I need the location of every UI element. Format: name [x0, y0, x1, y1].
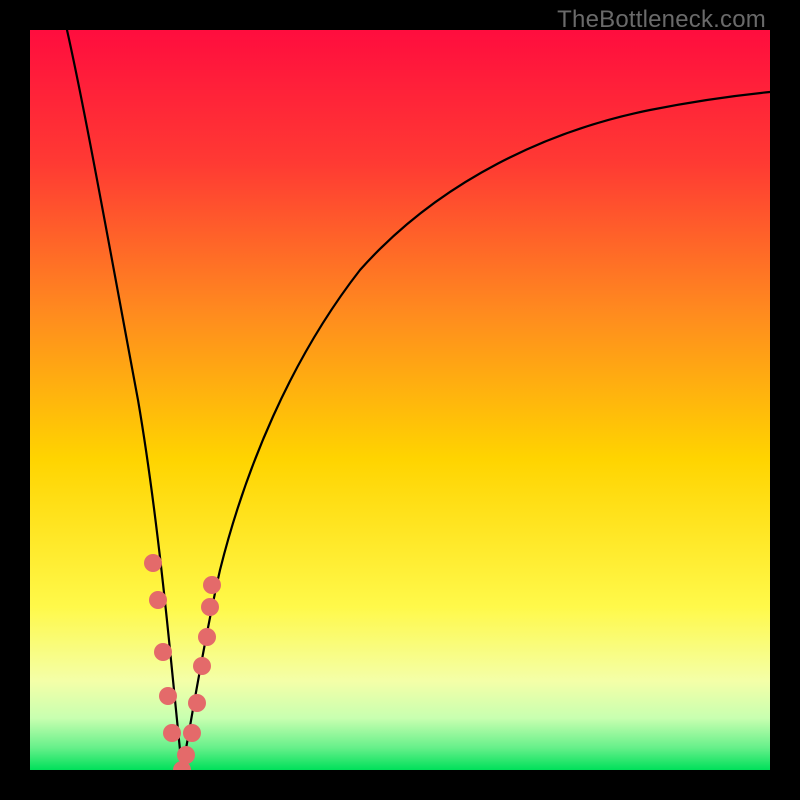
bottleneck-curve	[67, 30, 770, 770]
watermark-text: TheBottleneck.com	[557, 6, 766, 34]
sample-dot	[154, 643, 172, 661]
sample-dot	[201, 598, 219, 616]
sample-dot	[163, 724, 181, 742]
sample-dot	[149, 591, 167, 609]
sample-dot	[177, 746, 195, 764]
chart-frame: TheBottleneck.com	[0, 0, 800, 800]
sample-dot	[203, 576, 221, 594]
plot-area	[30, 30, 770, 770]
sample-points	[144, 554, 221, 770]
sample-dot	[159, 687, 177, 705]
sample-dot	[183, 724, 201, 742]
sample-dot	[198, 628, 216, 646]
sample-dot	[188, 694, 206, 712]
curve-right-branch	[182, 92, 770, 770]
sample-dot	[193, 657, 211, 675]
curve-layer	[30, 30, 770, 770]
sample-dot	[144, 554, 162, 572]
